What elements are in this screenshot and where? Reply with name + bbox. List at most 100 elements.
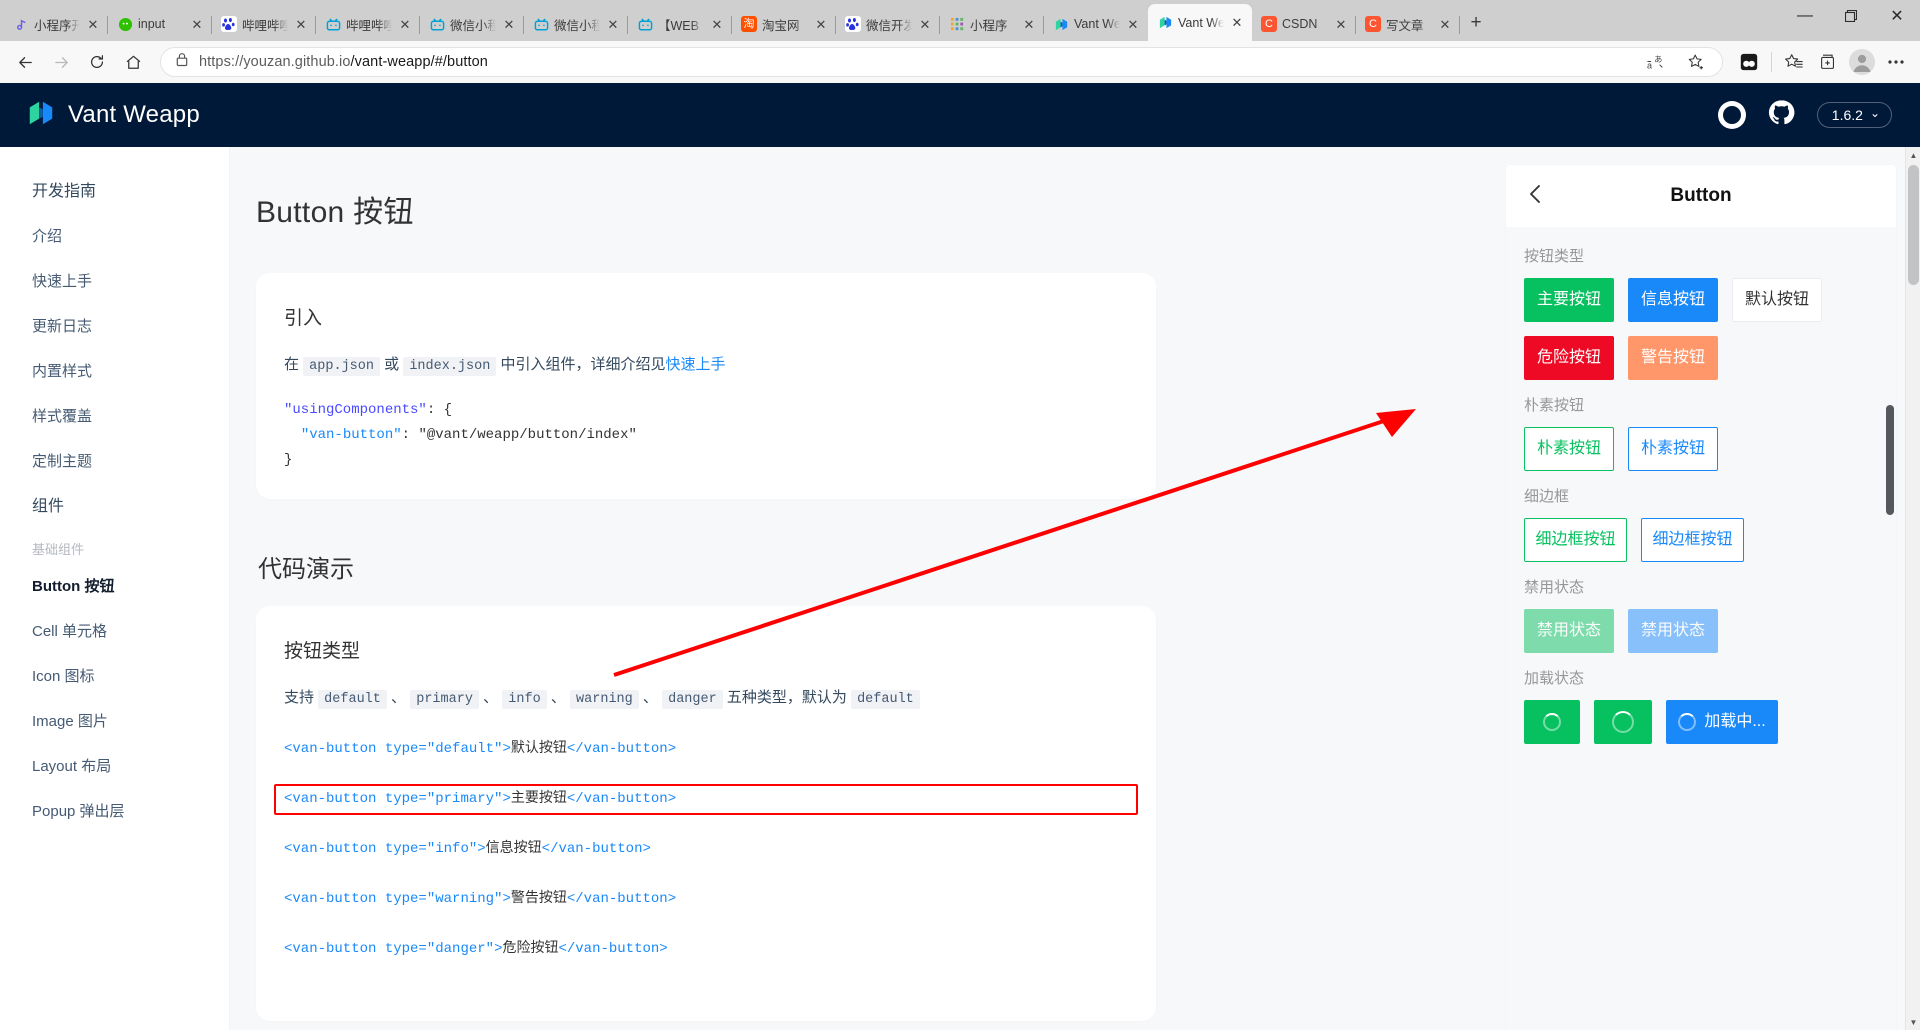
intro-code-block: "usingComponents": { "van-button": "@van… — [284, 398, 1128, 473]
lock-icon — [175, 52, 189, 72]
browser-tab[interactable]: 【WEB ✕ — [628, 7, 732, 41]
tab-close-icon[interactable]: ✕ — [813, 16, 829, 32]
sidebar-item-更新日志[interactable]: 更新日志 — [0, 304, 229, 349]
add-tab-group-icon[interactable] — [1812, 46, 1844, 78]
scroll-down-arrow[interactable]: ▼ — [1906, 1014, 1920, 1030]
browser-tab[interactable]: 淘淘宝网 ✕ — [732, 7, 836, 41]
brand[interactable]: Vant Weapp — [26, 98, 200, 133]
version-selector[interactable]: 1.6.2 ⌄ — [1816, 102, 1892, 128]
tab-close-icon[interactable]: ✕ — [1437, 16, 1453, 32]
back-button[interactable] — [8, 45, 42, 79]
site-header: Vant Weapp 1.6.2 ⌄ — [0, 83, 1920, 147]
browser-tab[interactable]: Vant Weapp ✕ — [1148, 4, 1252, 41]
sidebar-item-Cell[interactable]: Cell 单元格 — [0, 609, 229, 654]
page-scrollbar-thumb[interactable] — [1908, 165, 1919, 285]
tab-close-icon[interactable]: ✕ — [501, 16, 517, 32]
preview-button-danger[interactable]: 危险按钮 — [1524, 336, 1614, 380]
browser-tab[interactable]: 小程序 ✕ — [940, 7, 1044, 41]
page-scrollbar[interactable]: ▲ ▼ — [1905, 147, 1920, 1030]
sidebar-item-开发指南[interactable]: 开发指南 — [0, 169, 229, 214]
preview-button-hair-primary[interactable]: 细边框按钮 — [1524, 518, 1627, 562]
preview-button-loading-sm[interactable] — [1524, 700, 1580, 744]
tab-close-icon[interactable]: ✕ — [1021, 16, 1037, 32]
browser-tab[interactable]: input ✕ — [108, 7, 212, 41]
bilibili-icon — [533, 16, 549, 32]
home-button[interactable] — [116, 45, 150, 79]
preview-button-info[interactable]: 信息按钮 — [1628, 278, 1718, 322]
collections-icon[interactable] — [1733, 46, 1765, 78]
tab-close-icon[interactable]: ✕ — [709, 16, 725, 32]
browser-tab[interactable]: 哔哩哔哩 ✕ — [212, 7, 316, 41]
preview-button-primary[interactable]: 主要按钮 — [1524, 278, 1614, 322]
tab-close-icon[interactable]: ✕ — [293, 16, 309, 32]
brand-name: Vant Weapp — [68, 101, 200, 128]
new-tab-button[interactable]: + — [1460, 7, 1492, 39]
preview-button-label: 警告按钮 — [1640, 349, 1705, 366]
gitee-icon[interactable] — [1717, 101, 1746, 129]
preview-button-dis-primary[interactable]: 禁用状态 — [1524, 609, 1614, 653]
sidebar-item-定制主题[interactable]: 定制主题 — [0, 439, 229, 484]
window-maximize-button[interactable] — [1828, 0, 1874, 32]
sidebar-item-Image[interactable]: Image 图片 — [0, 699, 229, 744]
browser-tab[interactable]: C 写文章 ✕ — [1356, 7, 1460, 41]
quick-start-link[interactable]: 快速上手 — [666, 356, 726, 373]
browser-tab[interactable]: Vant Weapp ✕ — [1044, 7, 1148, 41]
sidebar-item-Popup[interactable]: Popup 弹出层 — [0, 789, 229, 834]
forward-button[interactable] — [44, 45, 78, 79]
refresh-button[interactable] — [80, 45, 114, 79]
browser-tab[interactable]: 微信小程序 ✕ — [524, 7, 628, 41]
sidebar-item-内置样式[interactable]: 内置样式 — [0, 349, 229, 394]
sidebar-item-Icon[interactable]: Icon 图标 — [0, 654, 229, 699]
browser-tab[interactable]: 微信开发 ✕ — [836, 7, 940, 41]
browser-tab[interactable]: 微信小程序 ✕ — [420, 7, 524, 41]
tab-close-icon[interactable]: ✕ — [85, 16, 101, 32]
tab-close-icon[interactable]: ✕ — [1229, 15, 1245, 31]
address-bar[interactable]: https://youzan.github.io/vant-weapp/#/bu… — [160, 47, 1723, 77]
more-options-icon[interactable] — [1880, 46, 1912, 78]
preview-button-dis-info[interactable]: 禁用状态 — [1628, 609, 1718, 653]
tab-close-icon[interactable]: ✕ — [917, 16, 933, 32]
code-line: <van-button type="primary">主要按钮</van-but… — [274, 784, 1138, 815]
tab-title: 小程序 — [970, 18, 1008, 33]
preview-button-hair-info[interactable]: 细边框按钮 — [1641, 518, 1744, 562]
sidebar-item-组件[interactable]: 组件 — [0, 484, 229, 529]
tab-close-icon[interactable]: ✕ — [397, 16, 413, 32]
preview-button-plain-primary[interactable]: 朴素按钮 — [1524, 427, 1614, 471]
window-minimize-button[interactable]: — — [1782, 0, 1828, 32]
baidu-icon — [845, 16, 861, 32]
browser-tab[interactable]: 哔哩哔哩 ✕ — [316, 7, 420, 41]
github-icon[interactable] — [1768, 99, 1795, 131]
favorites-list-icon[interactable] — [1778, 46, 1810, 78]
demo-desc-mid: 五种类型，默认为 — [722, 689, 852, 706]
preview-scrollbar-thumb[interactable] — [1886, 405, 1894, 515]
scroll-up-arrow[interactable]: ▲ — [1906, 147, 1920, 163]
tab-close-icon[interactable]: ✕ — [605, 16, 621, 32]
preview-button-default[interactable]: 默认按钮 — [1732, 278, 1822, 322]
demo-type-primary: primary — [410, 690, 479, 709]
tab-close-icon[interactable]: ✕ — [1333, 16, 1349, 32]
browser-tab[interactable]: C CSDN ✕ — [1252, 7, 1356, 41]
tab-close-icon[interactable]: ✕ — [189, 16, 205, 32]
sidebar-item-样式覆盖[interactable]: 样式覆盖 — [0, 394, 229, 439]
preview-button-warning[interactable]: 警告按钮 — [1628, 336, 1718, 380]
sidebar-item-快速上手[interactable]: 快速上手 — [0, 259, 229, 304]
page-body: 开发指南 介绍 快速上手 更新日志 内置样式 样式覆盖 定制主题 组件 基础组件 Button 按… — [0, 147, 1920, 1030]
code-key-usingcomponents: "usingComponents" — [284, 402, 427, 418]
sidebar-item-Layout[interactable]: Layout 布局 — [0, 744, 229, 789]
code-index-json: index.json — [403, 357, 497, 376]
preview-button-loading-txt[interactable]: 加载中... — [1666, 700, 1778, 744]
favorite-star-icon[interactable] — [1680, 46, 1712, 78]
window-close-button[interactable]: ✕ — [1874, 0, 1920, 32]
sidebar-item-Button[interactable]: Button 按钮 — [0, 564, 229, 609]
translate-icon[interactable]: a あ — [1640, 46, 1672, 78]
tab-title: Vant Weapp — [1074, 17, 1120, 31]
browser-tab[interactable]: 小程序开发 ✕ — [4, 7, 108, 41]
preview-title: Button — [1670, 185, 1732, 206]
tab-close-icon[interactable]: ✕ — [1125, 16, 1141, 32]
profile-avatar[interactable] — [1846, 46, 1878, 78]
taobao-icon: 淘 — [741, 16, 757, 32]
chevron-left-icon[interactable] — [1528, 183, 1542, 209]
sidebar-item-介绍[interactable]: 介绍 — [0, 214, 229, 259]
preview-button-loading-md[interactable] — [1594, 700, 1652, 744]
preview-button-plain-info[interactable]: 朴素按钮 — [1628, 427, 1718, 471]
